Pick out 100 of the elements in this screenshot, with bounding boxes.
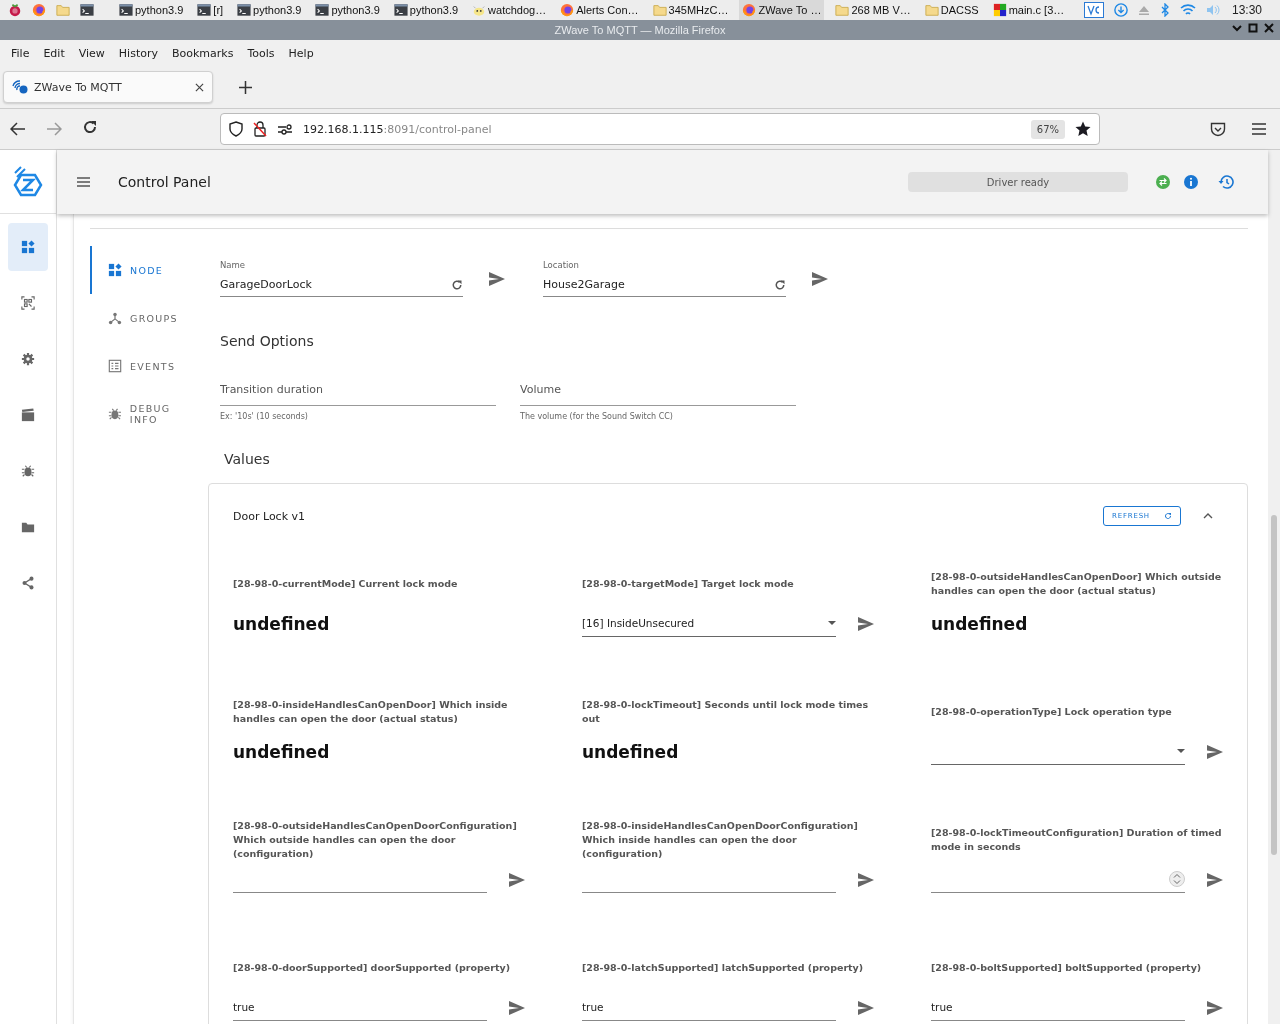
- refresh-icon[interactable]: [451, 278, 463, 291]
- menu-item[interactable]: File: [4, 46, 37, 60]
- list-icon: [108, 359, 122, 373]
- text-field[interactable]: Name GarageDoorLock: [220, 260, 463, 297]
- taskbar-button[interactable]: watchdog…: [469, 0, 550, 20]
- cow-icon: [472, 3, 487, 17]
- taskbar-button[interactable]: [r]: [194, 0, 227, 20]
- download-icon[interactable]: [1113, 3, 1128, 17]
- send-icon[interactable]: [509, 1000, 525, 1015]
- menu-item[interactable]: Edit: [36, 46, 72, 60]
- input-field[interactable]: true: [582, 994, 836, 1021]
- logo-icon[interactable]: [11, 164, 45, 199]
- maximize-icon[interactable]: [1248, 23, 1258, 33]
- terminal-icon: [197, 3, 212, 17]
- send-icon[interactable]: [858, 1000, 874, 1015]
- value-label: [28-98-0-insideHandlesCanOpenDoorConfiguration] Which inside handles can open the door (configuration): [582, 819, 859, 861]
- value-label: [28-98-0-targetMode] Target lock mode: [582, 577, 795, 591]
- text-field[interactable]: Location House2Garage: [543, 260, 786, 297]
- refresh-icon[interactable]: [82, 119, 98, 135]
- nav-item[interactable]: [8, 223, 48, 271]
- taskbar-button[interactable]: 268 MB V…: [832, 0, 914, 20]
- firefox-icon: [32, 3, 46, 17]
- taskbar-button[interactable]: python3.9: [390, 0, 462, 20]
- send-icon[interactable]: [1207, 872, 1223, 887]
- taskbar-button[interactable]: python3.9: [116, 0, 187, 20]
- shield-icon[interactable]: [229, 121, 243, 137]
- menu-item[interactable]: Bookmarks: [165, 46, 241, 60]
- node-tab[interactable]: EVENTS: [90, 342, 208, 390]
- menu-icon[interactable]: [77, 177, 90, 187]
- value-label: [28-98-0-boltSupported] boltSupported (property): [931, 961, 1203, 975]
- value-text: undefined: [233, 742, 330, 762]
- taskbar-button[interactable]: ZWave To …: [739, 0, 825, 20]
- folder-icon: [56, 3, 70, 17]
- hierarchy-icon: [108, 311, 122, 325]
- bluetooth-icon[interactable]: [1159, 3, 1170, 17]
- send-icon[interactable]: [858, 616, 874, 631]
- history-icon[interactable]: [1218, 175, 1234, 189]
- node-tab[interactable]: GROUPS: [90, 294, 208, 342]
- close-icon[interactable]: [1264, 23, 1274, 33]
- terminal-icon: [119, 3, 133, 17]
- scrollbar-thumb[interactable]: [1271, 515, 1277, 855]
- value-label: [28-98-0-currentMode] Current lock mode: [233, 577, 459, 591]
- chevron-down-icon[interactable]: [1232, 23, 1242, 33]
- terminal-icon: [315, 3, 330, 17]
- permissions-icon[interactable]: [277, 123, 293, 135]
- input-field[interactable]: Volume: [520, 377, 796, 406]
- send-icon[interactable]: [509, 872, 525, 887]
- bug-icon: [108, 407, 122, 421]
- taskbar-button[interactable]: main.c [3…: [989, 0, 1068, 20]
- send-icon[interactable]: [1207, 1000, 1223, 1015]
- value-label: [28-98-0-operationType] Lock operation type: [931, 705, 1173, 719]
- menu-item[interactable]: Tools: [240, 46, 282, 60]
- zoom-level[interactable]: 67%: [1030, 119, 1065, 139]
- pocket-icon[interactable]: [1210, 121, 1226, 137]
- send-icon[interactable]: [489, 271, 505, 286]
- terminal-icon: [237, 3, 252, 17]
- select-field[interactable]: [16] InsideUnsecured: [582, 610, 836, 637]
- send-icon[interactable]: [1207, 744, 1223, 759]
- taskbar-button[interactable]: DACSS: [921, 0, 982, 20]
- sync-icon[interactable]: [1156, 175, 1170, 189]
- url-text[interactable]: 192.168.1.115:8091/control-panel: [303, 122, 1021, 136]
- new-tab-icon[interactable]: [239, 80, 252, 94]
- node-tab[interactable]: DEBUG INFO: [90, 390, 208, 438]
- send-icon[interactable]: [812, 271, 828, 286]
- dropdown-caret-icon[interactable]: [1177, 749, 1185, 753]
- input-field[interactable]: true: [233, 994, 487, 1021]
- settings-icon: [21, 352, 35, 366]
- node-tab[interactable]: NODE: [90, 246, 208, 294]
- value-label: [28-98-0-outsideHandlesCanOpenDoor] Which outside handles can open the door (actual status): [931, 570, 1223, 598]
- taskbar-button[interactable]: 345MHzC…: [649, 0, 732, 20]
- browser-tab[interactable]: ZWave To MQTT: [3, 71, 213, 103]
- folder-icon: [652, 3, 667, 17]
- status-indicator: Driver ready: [908, 172, 1128, 192]
- insecure-lock-icon[interactable]: [253, 121, 267, 137]
- refresh-icon[interactable]: [774, 278, 786, 291]
- taskbar-button[interactable]: python3.9: [312, 0, 383, 20]
- dropdown-caret-icon[interactable]: [828, 621, 836, 625]
- blocks-icon: [992, 3, 1007, 17]
- input-field[interactable]: true: [931, 994, 1185, 1021]
- chevron-up-icon[interactable]: [1203, 513, 1213, 519]
- menu-icon[interactable]: [1252, 123, 1266, 135]
- taskbar-button[interactable]: python3.9: [234, 0, 305, 20]
- firefox-icon: [560, 3, 575, 17]
- back-arrow-icon[interactable]: [10, 122, 26, 136]
- close-icon[interactable]: [195, 82, 204, 92]
- star-icon[interactable]: [1075, 121, 1091, 137]
- menu-item[interactable]: History: [111, 46, 165, 60]
- info-icon[interactable]: [1184, 175, 1198, 189]
- raspberry-icon: [8, 3, 22, 17]
- taskbar-button[interactable]: Alerts Con…: [557, 0, 642, 20]
- menu-item[interactable]: Help: [281, 46, 321, 60]
- value-text: undefined: [233, 614, 330, 634]
- vnc-icon[interactable]: [1083, 2, 1104, 18]
- send-icon[interactable]: [858, 872, 874, 887]
- value-label: [28-98-0-latchSupported] latchSupported (property): [582, 961, 865, 975]
- page-title: Control Panel: [118, 174, 212, 190]
- menu-item[interactable]: View: [71, 46, 112, 60]
- input-field[interactable]: Transition duration: [220, 377, 496, 406]
- clock: 13:30: [1231, 3, 1262, 17]
- wifi-icon[interactable]: [1179, 3, 1196, 17]
